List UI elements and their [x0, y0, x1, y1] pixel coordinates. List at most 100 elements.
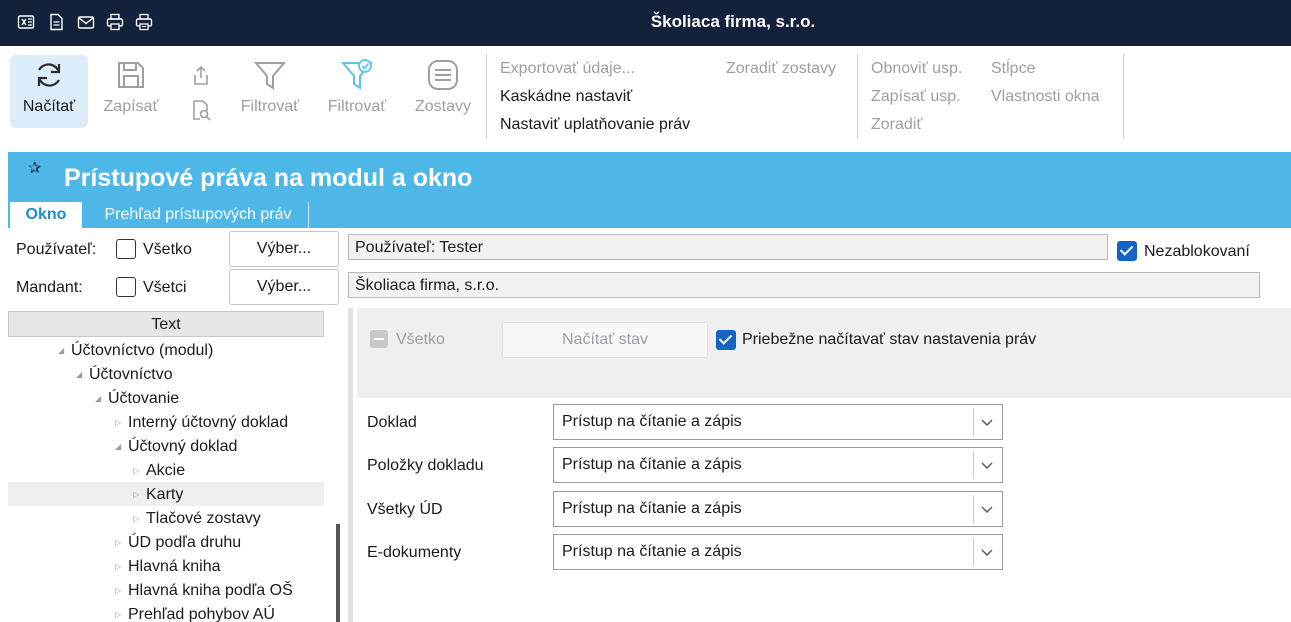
chevron-down-icon[interactable]	[973, 408, 1000, 436]
tab-okno[interactable]: Okno	[10, 202, 82, 228]
window-title: Školiaca firma, s.r.o.	[650, 12, 816, 31]
panel-splitter[interactable]	[348, 308, 353, 622]
page-header: ✰ Prístupové práva na modul a okno	[8, 152, 1291, 202]
sort-reports-link[interactable]: Zoradiť zostavy	[726, 60, 836, 78]
tab-bar: Okno Prehľad prístupových práv	[8, 202, 1291, 228]
cascade-link[interactable]: Kaskádne nastaviť	[500, 88, 632, 106]
permission-label: E-dokumenty	[367, 544, 462, 561]
chevron-down-icon[interactable]	[973, 495, 1000, 523]
filter-icon	[232, 55, 308, 95]
reports-icon	[406, 55, 480, 95]
tree-collapsed-icon[interactable]: ▷	[133, 466, 139, 475]
tree-node[interactable]: Prehľad pohybov AÚ	[128, 606, 275, 622]
permissions-list: Doklad Prístup na čítanie a zápis Položk…	[357, 398, 1291, 622]
tree-node[interactable]: Účtovníctvo (modul)	[71, 342, 213, 360]
permission-value: Prístup na čítanie a zápis	[562, 543, 742, 560]
sort-link[interactable]: Zoradiť	[871, 116, 922, 134]
user-all-checkbox[interactable]	[116, 239, 136, 259]
favorite-star-icon[interactable]: ✰	[28, 158, 41, 178]
reports-button[interactable]: Zostavy	[406, 55, 480, 128]
user-label: Používateľ:	[16, 241, 97, 258]
document-search-icon[interactable]	[190, 99, 212, 126]
tree-node[interactable]: Tlačové zostavy	[146, 510, 261, 528]
tree-collapsed-icon[interactable]: ▷	[115, 586, 121, 595]
mandant-label: Mandant:	[16, 279, 83, 296]
permission-label: Doklad	[367, 414, 417, 431]
apply-rights-link[interactable]: Nastaviť uplatňovanie práv	[500, 116, 690, 134]
ribbon-separator	[486, 54, 487, 139]
filter-check-icon	[319, 55, 395, 95]
tab-prehlad[interactable]: Prehľad prístupových práv	[88, 202, 309, 228]
mandant-all-checkbox[interactable]	[116, 277, 136, 297]
tree-expanded-icon[interactable]: ◢	[58, 346, 64, 355]
tree-expanded-icon[interactable]: ◢	[95, 394, 101, 403]
tree-column-header[interactable]: Text	[8, 311, 324, 337]
all-rights-label: Všetko	[396, 331, 445, 348]
filter-label: Filtrovať	[240, 98, 300, 115]
filter-button[interactable]: Filtrovať	[232, 55, 308, 128]
permission-select[interactable]: Prístup na čítanie a zápis	[553, 491, 1003, 527]
tree-node[interactable]: Účtovný doklad	[128, 438, 237, 456]
filter-apply-button[interactable]: Filtrovať	[319, 55, 395, 128]
tree-expanded-icon[interactable]: ◢	[115, 442, 121, 451]
rights-toolbar-panel: Všetko Načítať stav Priebežne načítavať …	[357, 308, 1291, 398]
export-link[interactable]: Exportovať údaje...	[500, 60, 635, 78]
tree-node[interactable]: ÚD podľa druhu	[128, 534, 241, 552]
save-label: Zapísať	[103, 98, 159, 115]
mandant-all-label: Všetci	[143, 279, 187, 296]
all-rights-checkbox[interactable]	[370, 330, 388, 348]
continuous-load-checkbox[interactable]	[716, 330, 736, 350]
mandant-select-button[interactable]: Výber...	[229, 269, 339, 305]
permission-select[interactable]: Prístup na čítanie a zápis	[553, 447, 1003, 483]
tree-collapsed-icon[interactable]: ▷	[115, 538, 121, 547]
permission-value: Prístup na čítanie a zápis	[562, 500, 742, 517]
load-button[interactable]: Načítať	[10, 55, 88, 128]
permission-select[interactable]: Prístup na čítanie a zápis	[553, 404, 1003, 440]
tree-scrollbar-thumb[interactable]	[336, 524, 340, 622]
page-title: Prístupové práva na modul a okno	[64, 164, 473, 192]
save-button[interactable]: Zapísať	[97, 55, 165, 128]
tree-node[interactable]: Akcie	[146, 462, 185, 480]
tree-collapsed-icon[interactable]: ▷	[115, 418, 121, 427]
refresh-icon	[10, 55, 88, 95]
tree-expanded-icon[interactable]: ◢	[76, 370, 82, 379]
tree-node[interactable]: Účtovníctvo	[89, 366, 173, 384]
tree-node[interactable]: Hlavná kniha podľa OŠ	[128, 582, 293, 600]
permission-label: Položky dokladu	[367, 457, 484, 474]
columns-link[interactable]: Stĺpce	[991, 60, 1035, 78]
tree-collapsed-icon[interactable]: ▷	[133, 514, 139, 523]
tree-node[interactable]: Účtovanie	[108, 390, 179, 408]
user-field: Používateľ: Tester	[348, 234, 1108, 260]
load-state-button[interactable]: Načítať stav	[502, 322, 708, 358]
tree-node[interactable]: Interný účtovný doklad	[128, 414, 288, 432]
permission-label: Všetky ÚD	[367, 501, 443, 518]
load-label: Načítať	[22, 98, 76, 115]
permission-value: Prístup na čítanie a zápis	[562, 413, 742, 430]
ribbon-toolbar: Načítať Zapísať Filtrovať Filtrovať Zost…	[0, 46, 1291, 152]
tree-node-selected[interactable]: Karty	[146, 486, 183, 504]
permission-select[interactable]: Prístup na čítanie a zápis	[553, 534, 1003, 570]
write-usp-link[interactable]: Zapísať usp.	[871, 88, 961, 106]
floppy-icon	[97, 55, 165, 95]
refresh-usp-link[interactable]: Obnoviť usp.	[871, 60, 962, 78]
user-all-label: Všetko	[143, 241, 192, 258]
tree-collapsed-icon[interactable]: ▷	[133, 490, 139, 499]
unblocked-label: Nezablokovaní	[1144, 243, 1250, 260]
unblocked-checkbox[interactable]	[1117, 241, 1137, 261]
ribbon-separator	[857, 54, 858, 139]
ribbon-separator	[1123, 54, 1124, 139]
user-select-button[interactable]: Výber...	[229, 231, 339, 267]
tree-node[interactable]: Hlavná kniha	[128, 558, 221, 576]
permission-value: Prístup na čítanie a zápis	[562, 456, 742, 473]
title-bar: Školiaca firma, s.r.o.	[0, 0, 1291, 46]
chevron-down-icon[interactable]	[973, 451, 1000, 479]
reports-label: Zostavy	[414, 98, 471, 115]
window-props-link[interactable]: Vlastnosti okna	[991, 88, 1100, 106]
filter-apply-label: Filtrovať	[327, 98, 387, 115]
tree-collapsed-icon[interactable]: ▷	[115, 562, 121, 571]
module-tree: Text ◢ Účtovníctvo (modul) ◢ Účtovníctvo…	[8, 308, 353, 622]
chevron-down-icon[interactable]	[973, 538, 1000, 566]
tree-collapsed-icon[interactable]: ▷	[115, 610, 121, 619]
mandant-field: Školiaca firma, s.r.o.	[348, 272, 1260, 298]
share-icon[interactable]	[190, 65, 212, 92]
